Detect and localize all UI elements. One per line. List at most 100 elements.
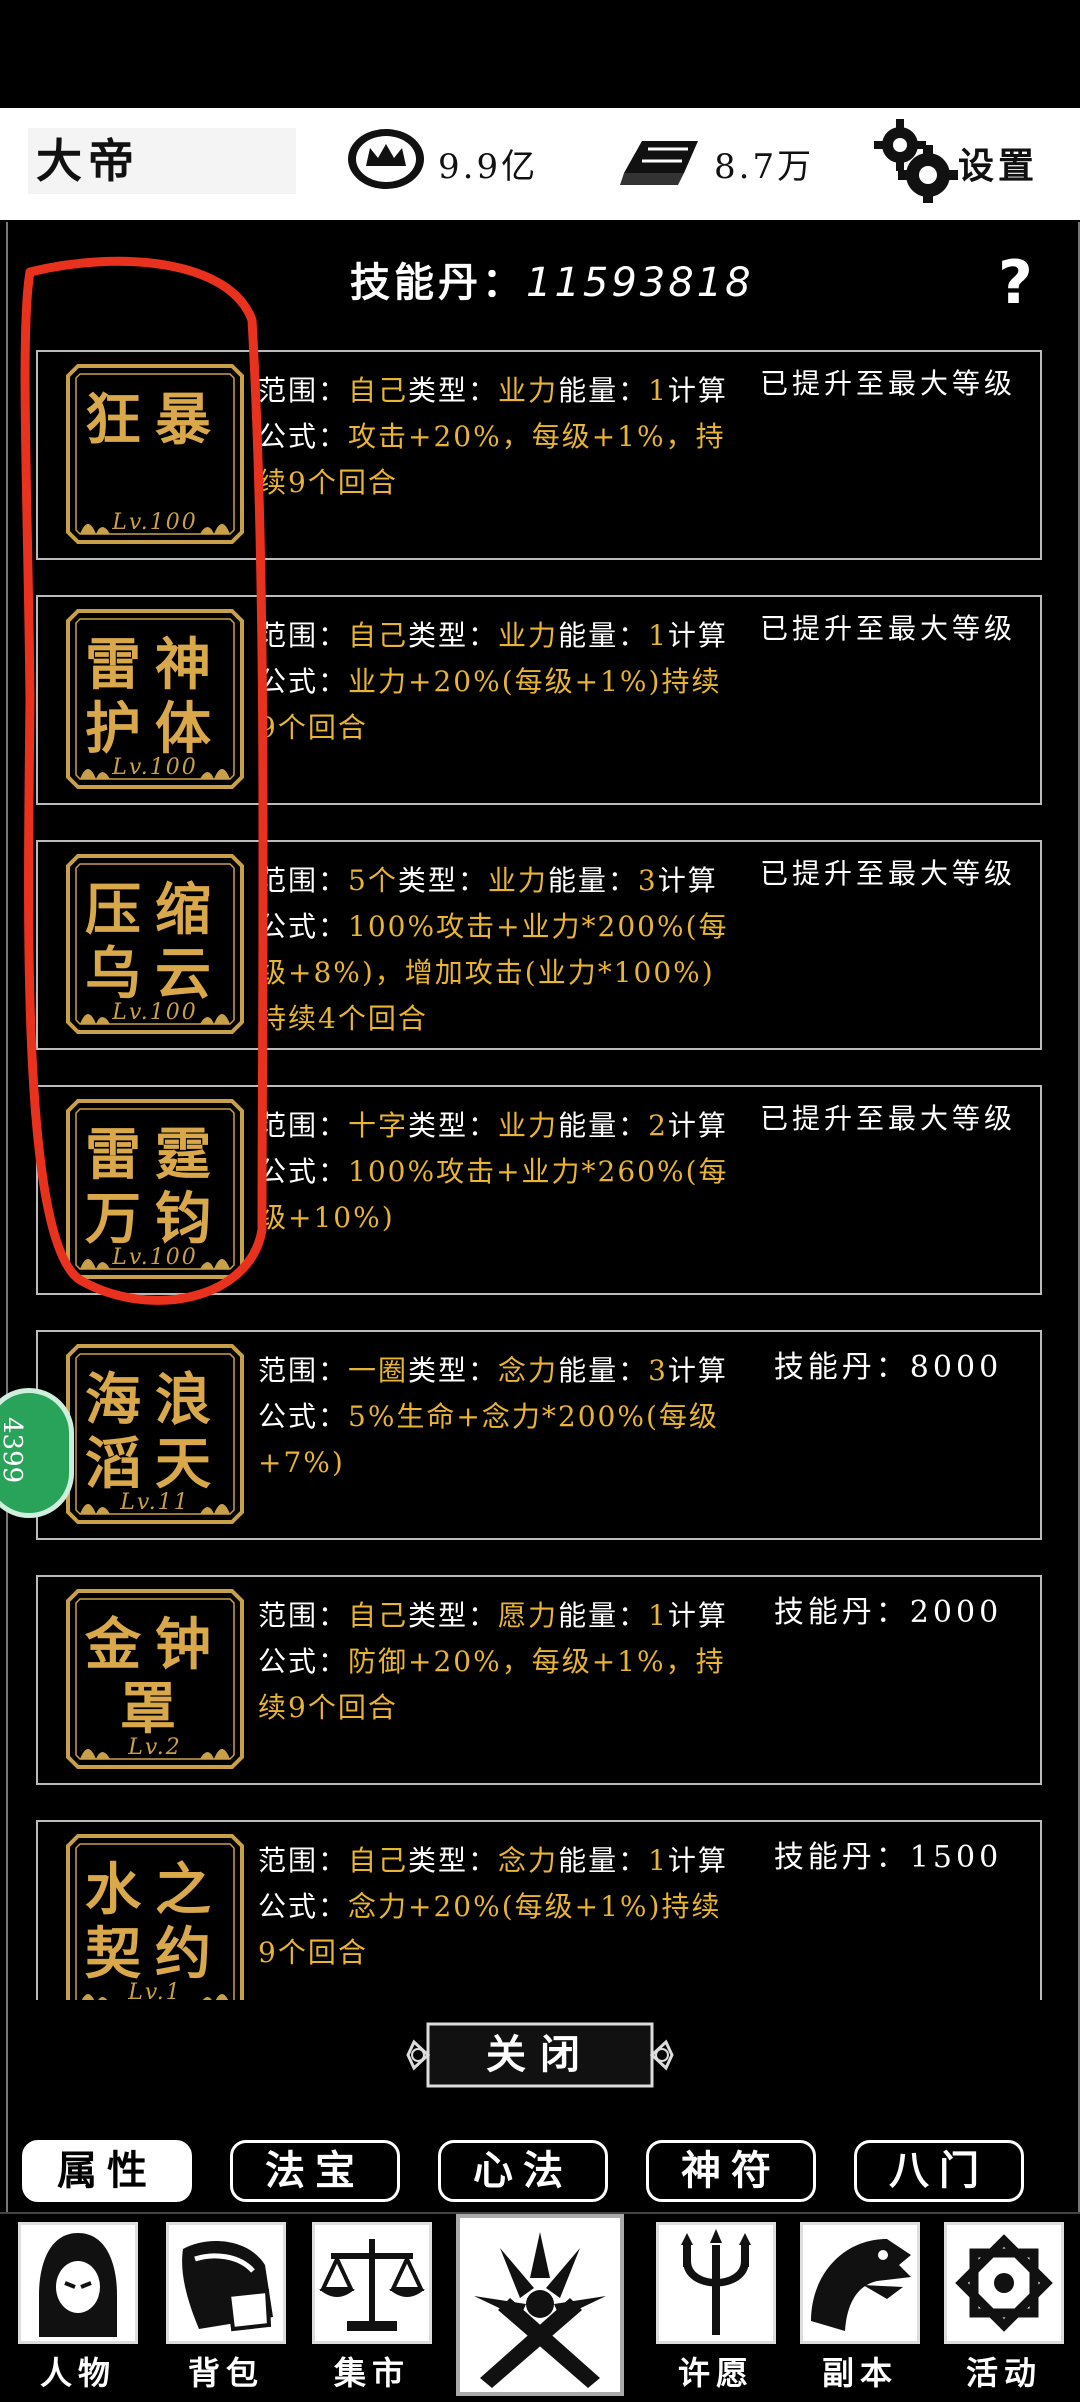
skill-list[interactable]: 狂暴 Lv.100 范围：自己类型：业力能量：1计算公式：攻击+20%，每级+1%，… bbox=[0, 340, 1080, 2000]
tab-treasure[interactable]: 法宝 bbox=[230, 2140, 400, 2202]
skill-card[interactable]: 雷霆万钧 Lv.100 范围：十字类型：业力能量：2计算公式：100%攻击+业力*2… bbox=[36, 1085, 1042, 1295]
skill-type: 念力 bbox=[498, 1354, 559, 1387]
nav-market-label: 集市 bbox=[333, 2354, 410, 2392]
skill-level: Lv.1 bbox=[128, 1980, 182, 2000]
nav-bag-label: 背包 bbox=[187, 2354, 264, 2392]
skill-upgrade-status: 已提升至最大等级 bbox=[759, 857, 1016, 890]
skill-range-label: 范围： bbox=[258, 864, 349, 897]
skill-upgrade-status[interactable]: 技能丹：8000 bbox=[738, 1342, 1038, 1386]
skill-range: 一圈 bbox=[348, 1354, 409, 1387]
skill-badge-icon: 压缩乌云 Lv.100 bbox=[66, 854, 244, 1034]
scales-icon bbox=[312, 2222, 432, 2344]
nav-wish[interactable]: 许愿 bbox=[656, 2222, 776, 2392]
skill-card[interactable]: 海浪滔天 Lv.11 范围：一圈类型：念力能量：3计算公式：5%生命+念力*200%… bbox=[36, 1330, 1042, 1540]
close-button[interactable]: 关闭 bbox=[406, 2018, 674, 2092]
skill-type: 愿力 bbox=[498, 1599, 559, 1632]
hooded-figure-icon bbox=[18, 2222, 138, 2344]
skill-range-label: 范围： bbox=[258, 1599, 349, 1632]
skill-card[interactable]: 金钟罩 Lv.2 范围：自己类型：愿力能量：1计算公式：防御+20%，每级+1%，持… bbox=[36, 1575, 1042, 1785]
ingot-resource: 8.7万 bbox=[618, 128, 814, 198]
skill-badge-icon: 海浪滔天 Lv.11 bbox=[66, 1344, 244, 1524]
skill-level: Lv.100 bbox=[112, 1000, 198, 1025]
skill-upgrade-status[interactable]: 技能丹：2000 bbox=[738, 1587, 1038, 1631]
skill-range: 自己 bbox=[348, 374, 409, 407]
tab-attributes[interactable]: 属性 bbox=[22, 2140, 192, 2202]
skill-upgrade-status: 已提升至最大等级 bbox=[759, 367, 1016, 400]
skill-description: 范围：自己类型：愿力能量：1计算公式：防御+20%，每级+1%，持续9个回合 bbox=[258, 1593, 738, 1777]
skill-energy-label: 能量： bbox=[547, 864, 638, 897]
skill-description: 范围：自己类型：业力能量：1计算公式：业力+20%(每级+1%)持续9个回合 bbox=[258, 613, 738, 797]
nav-battle-emblem[interactable] bbox=[456, 2214, 624, 2396]
nav-events-label: 活动 bbox=[965, 2354, 1042, 2392]
skill-type-label: 类型： bbox=[408, 374, 499, 407]
skill-name: 狂暴 bbox=[85, 387, 225, 453]
dragon-head-icon bbox=[800, 2222, 920, 2344]
skill-name: 雷霆万钧 bbox=[85, 1122, 225, 1252]
skill-card[interactable]: 雷神护体 Lv.100 范围：自己类型：业力能量：1计算公式：业力+20%(每级+1… bbox=[36, 595, 1042, 805]
skill-range: 5个 bbox=[348, 864, 398, 897]
skill-type-label: 类型： bbox=[397, 864, 488, 897]
skill-type: 业力 bbox=[498, 374, 559, 407]
skill-card[interactable]: 狂暴 Lv.100 范围：自己类型：业力能量：1计算公式：攻击+20%，每级+1%，… bbox=[36, 350, 1042, 560]
skill-range: 自己 bbox=[348, 1844, 409, 1877]
skill-type: 业力 bbox=[498, 1109, 559, 1142]
crossed-swords-icon bbox=[460, 2218, 620, 2396]
nav-wish-label: 许愿 bbox=[677, 2354, 754, 2392]
skill-pill-value: 11593818 bbox=[526, 260, 754, 306]
skill-range-label: 范围： bbox=[258, 374, 349, 407]
skill-energy-label: 能量： bbox=[558, 1109, 649, 1142]
skill-energy: 1 bbox=[648, 619, 668, 652]
coin-amount: 9.9亿 bbox=[438, 146, 539, 187]
skill-type-label: 类型： bbox=[408, 1109, 499, 1142]
skill-description: 范围：十字类型：业力能量：2计算公式：100%攻击+业力*260%(每级+10%… bbox=[258, 1103, 738, 1287]
tab-eight-gates[interactable]: 八门 bbox=[854, 2140, 1024, 2202]
skill-energy: 1 bbox=[648, 1599, 668, 1632]
player-name: 大帝 bbox=[28, 128, 296, 194]
skill-type: 业力 bbox=[487, 864, 548, 897]
skill-badge-icon: 水之契约 Lv.1 bbox=[66, 1834, 244, 2000]
skill-name: 海浪滔天 bbox=[85, 1367, 225, 1497]
skill-pill-count: 技能丹：11593818 bbox=[350, 250, 754, 308]
coin-resource: 9.9亿 bbox=[344, 128, 538, 198]
skill-energy-label: 能量： bbox=[558, 1354, 649, 1387]
nav-dungeon[interactable]: 副本 bbox=[800, 2222, 920, 2392]
coin-icon bbox=[344, 124, 428, 203]
skill-upgrade-status: 已提升至最大等级 bbox=[759, 612, 1016, 645]
skill-level: Lv.11 bbox=[120, 1490, 190, 1515]
gear-icon bbox=[870, 115, 958, 212]
skill-card[interactable]: 水之契约 Lv.1 范围：自己类型：念力能量：1计算公式：念力+20%(每级+1%)… bbox=[36, 1820, 1042, 2000]
skill-level: Lv.100 bbox=[112, 1245, 198, 1270]
skill-description: 范围：自己类型：念力能量：1计算公式：念力+20%(每级+1%)持续9个回合 bbox=[258, 1838, 738, 2000]
skill-type: 念力 bbox=[498, 1844, 559, 1877]
floating-4399-button[interactable]: 4399 bbox=[0, 1388, 74, 1518]
help-button[interactable]: ? bbox=[998, 248, 1033, 318]
nav-character[interactable]: 人物 bbox=[18, 2222, 138, 2392]
skill-range-label: 范围： bbox=[258, 619, 349, 652]
nav-market[interactable]: 集市 bbox=[312, 2222, 432, 2392]
skill-card[interactable]: 压缩乌云 Lv.100 范围：5个类型：业力能量：3计算公式：100%攻击+业力*2… bbox=[36, 840, 1042, 1050]
nav-events[interactable]: 活动 bbox=[944, 2222, 1064, 2392]
close-label: 关闭 bbox=[486, 2031, 594, 2078]
tab-talisman[interactable]: 神符 bbox=[646, 2140, 816, 2202]
skill-description: 范围：一圈类型：念力能量：3计算公式：5%生命+念力*200%(每级+7%) bbox=[258, 1348, 738, 1532]
trident-icon bbox=[656, 2222, 776, 2344]
bag-icon bbox=[166, 2222, 286, 2344]
skill-badge-icon: 金钟罩 Lv.2 bbox=[66, 1589, 244, 1769]
skill-badge-icon: 雷神护体 Lv.100 bbox=[66, 609, 244, 789]
skill-type-label: 类型： bbox=[408, 1844, 499, 1877]
nav-bag[interactable]: 背包 bbox=[166, 2222, 286, 2392]
skill-energy: 3 bbox=[648, 1354, 668, 1387]
floating-4399-label: 4399 bbox=[0, 1417, 27, 1484]
skill-upgrade-status[interactable]: 技能丹：1500 bbox=[738, 1832, 1038, 1876]
skill-range: 自己 bbox=[348, 1599, 409, 1632]
skill-energy-label: 能量： bbox=[558, 1844, 649, 1877]
skill-name: 雷神护体 bbox=[85, 632, 225, 762]
tab-mind-method[interactable]: 心法 bbox=[438, 2140, 608, 2202]
settings-label: 设置 bbox=[958, 145, 1039, 187]
settings-button[interactable]: 设置 bbox=[870, 118, 1038, 208]
skill-energy: 3 bbox=[637, 864, 658, 897]
skill-energy: 1 bbox=[648, 1844, 668, 1877]
skill-energy: 2 bbox=[648, 1109, 668, 1142]
skill-badge-icon: 狂暴 Lv.100 bbox=[66, 364, 244, 544]
skill-energy-label: 能量： bbox=[558, 619, 649, 652]
